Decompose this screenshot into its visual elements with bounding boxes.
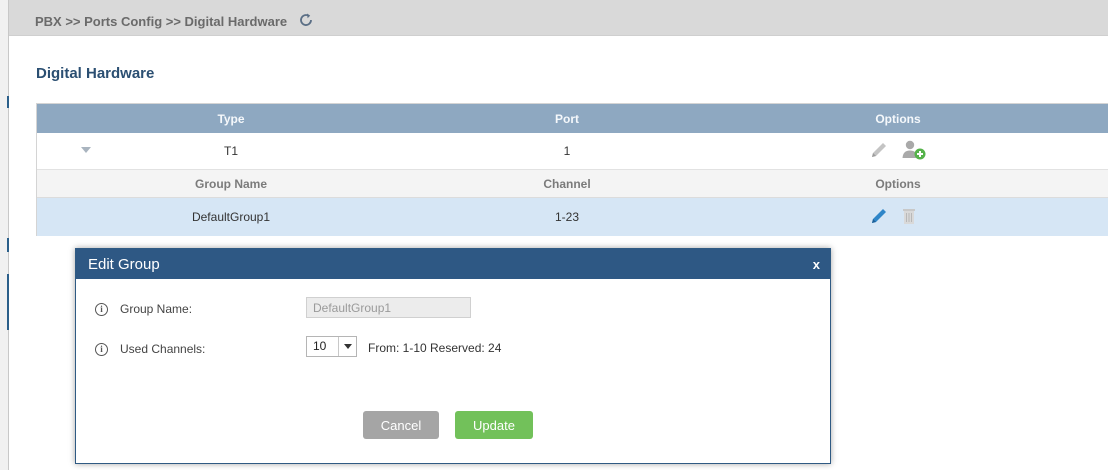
edit-group-icon[interactable]	[869, 206, 889, 229]
add-group-icon[interactable]	[901, 139, 927, 164]
cancel-button[interactable]: Cancel	[363, 411, 439, 439]
table-row: T1 1	[37, 133, 1108, 170]
expand-toggle-icon[interactable]	[81, 147, 91, 153]
group-name-input[interactable]	[306, 297, 471, 318]
breadcrumb-text: PBX >> Ports Config >> Digital Hardware	[35, 13, 288, 29]
rail-marker	[7, 96, 9, 108]
used-channels-select[interactable]: 10	[306, 336, 357, 357]
rail-marker	[7, 238, 9, 252]
refresh-icon[interactable]	[297, 11, 315, 29]
column-header-group-name: Group Name	[194, 176, 267, 191]
column-header-options: Options	[875, 111, 921, 126]
column-header-type: Type	[217, 111, 245, 126]
edit-group-dialog: Edit Group x i Group Name: i Used Channe…	[75, 248, 831, 464]
group-channel: 1-23	[554, 210, 580, 224]
group-options	[869, 206, 917, 229]
hardware-grid: Type Port Options T1 1 Group Name Channe…	[36, 103, 1108, 236]
used-channels-value: 10	[307, 337, 339, 356]
group-name: DefaultGroup1	[191, 210, 271, 224]
rail-marker	[7, 274, 9, 330]
table-row[interactable]: DefaultGroup1 1-23	[37, 198, 1108, 236]
group-name-row: i Group Name:	[95, 302, 192, 316]
port-type: T1	[223, 144, 238, 158]
update-button[interactable]: Update	[455, 411, 533, 439]
chevron-down-icon	[339, 344, 356, 349]
left-rail	[0, 0, 9, 470]
column-header-port: Port	[555, 111, 579, 126]
edit-port-icon[interactable]	[869, 140, 889, 163]
info-icon: i	[95, 342, 108, 356]
page-title: Digital Hardware	[36, 65, 155, 82]
dialog-header: Edit Group x	[76, 249, 830, 279]
group-header: Group Name Channel Options	[37, 170, 1108, 198]
top-bar: PBX >> Ports Config >> Digital Hardware	[9, 0, 1108, 36]
info-icon: i	[95, 302, 108, 316]
port-number: 1	[563, 144, 571, 158]
column-header-group-options: Options	[875, 176, 921, 191]
column-header-channel: Channel	[543, 176, 591, 191]
used-channels-row: i Used Channels:	[95, 342, 205, 356]
channel-range-text: From: 1-10 Reserved: 24	[368, 341, 502, 355]
close-button[interactable]: x	[813, 257, 820, 272]
group-name-label: Group Name:	[120, 302, 193, 316]
breadcrumb: PBX >> Ports Config >> Digital Hardware	[35, 13, 315, 29]
port-options	[869, 139, 927, 164]
dialog-title: Edit Group	[88, 255, 160, 273]
grid-header: Type Port Options	[37, 104, 1108, 133]
delete-group-icon[interactable]	[901, 206, 917, 229]
used-channels-label: Used Channels:	[120, 342, 206, 356]
